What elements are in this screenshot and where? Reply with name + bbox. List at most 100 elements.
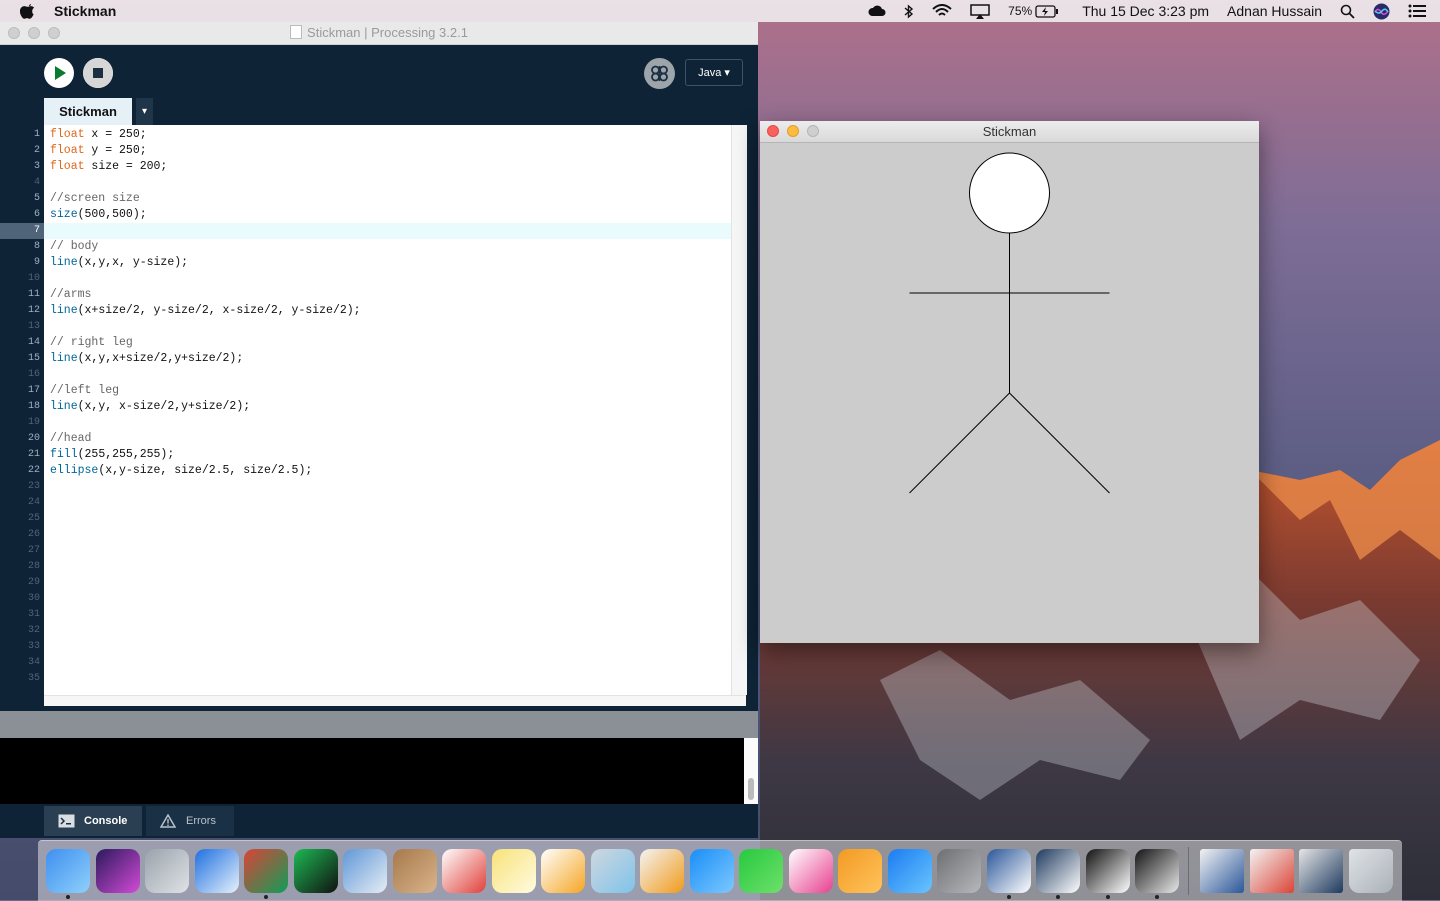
code-line[interactable]: 10 [0, 271, 746, 287]
code-line[interactable]: 26 [0, 527, 746, 543]
notification-center-icon[interactable] [1408, 4, 1426, 18]
active-app-name[interactable]: Stickman [54, 3, 116, 19]
photo-booth-icon[interactable] [590, 849, 635, 893]
facetime-icon[interactable] [739, 849, 783, 893]
app-store-icon[interactable] [887, 849, 932, 893]
code-line[interactable]: 13 [0, 319, 746, 335]
mode-selector[interactable]: Java ▾ [685, 59, 743, 86]
finder-icon[interactable] [46, 849, 90, 893]
word-document-thumbnail-icon[interactable] [1200, 849, 1244, 893]
tab-stickman[interactable]: Stickman [44, 98, 132, 125]
code-line[interactable]: 3 float size = 200; [0, 159, 746, 175]
remote-window-thumbnail-icon[interactable] [1299, 849, 1343, 893]
ide-title-bar[interactable]: Stickman | Processing 3.2.1 [0, 22, 758, 45]
code-line[interactable]: 7 [0, 223, 746, 239]
editor-vertical-scrollbar[interactable] [731, 125, 747, 695]
calendar-icon[interactable] [442, 849, 486, 893]
code-line[interactable]: 2 float y = 250; [0, 143, 746, 159]
code-line[interactable]: 18 line(x,y, x-size/2,y+size/2); [0, 399, 746, 415]
code-line[interactable]: 20 //head [0, 431, 746, 447]
system-preferences-icon[interactable] [937, 849, 981, 893]
chrome-window-thumbnail-icon[interactable] [1249, 849, 1294, 893]
contacts-icon[interactable] [392, 849, 437, 893]
code-line[interactable]: 5 //screen size [0, 191, 746, 207]
debugger-button[interactable] [644, 58, 675, 89]
code-line[interactable]: 4 [0, 175, 746, 191]
code-line[interactable]: 17 //left leg [0, 383, 746, 399]
code-line[interactable]: 8 // body [0, 239, 746, 255]
code-line[interactable]: 35 [0, 671, 746, 687]
apple-menu-icon[interactable] [20, 3, 36, 19]
code-line[interactable]: 12 line(x+size/2, y-size/2, x-size/2, y-s… [0, 303, 746, 319]
code-line[interactable]: 28 [0, 559, 746, 575]
wifi-icon[interactable] [932, 4, 952, 18]
code-line[interactable]: 6 size(500,500); [0, 207, 746, 223]
sketch-minimize-button[interactable] [787, 125, 799, 137]
code-line[interactable]: 33 [0, 639, 746, 655]
code-line[interactable]: 21 fill(255,255,255); [0, 447, 746, 463]
messages-icon[interactable] [689, 849, 734, 893]
code-line[interactable]: 27 [0, 543, 746, 559]
notes-icon[interactable] [491, 849, 536, 893]
code-line[interactable]: 29 [0, 575, 746, 591]
siri-icon[interactable] [95, 849, 140, 893]
code-line[interactable]: 25 [0, 511, 746, 527]
user-name[interactable]: Adnan Hussain [1227, 3, 1322, 19]
sketch-zoom-button[interactable] [807, 125, 819, 137]
remote-desktop-icon[interactable] [1036, 849, 1080, 893]
code-line[interactable]: 19 [0, 415, 746, 431]
chrome-icon[interactable] [244, 849, 288, 893]
code-editor[interactable]: 1 float x = 250; 2 float y = 250; 3 float siz… [0, 125, 747, 695]
clock[interactable]: Thu 15 Dec 3:23 pm [1082, 3, 1209, 19]
zoom-window-button[interactable] [48, 27, 60, 39]
code-text: // right leg [50, 335, 133, 351]
bluetooth-icon[interactable] [904, 3, 914, 19]
tab-console[interactable]: Console [44, 806, 142, 836]
code-line[interactable]: 34 [0, 655, 746, 671]
code-line[interactable]: 22 ellipse(x,y-size, size/2.5, size/2.5); [0, 463, 746, 479]
stop-button[interactable] [83, 58, 113, 88]
quicktime-icon[interactable] [1135, 849, 1179, 893]
launchpad-icon[interactable] [145, 849, 189, 893]
trash-icon[interactable] [1348, 849, 1393, 893]
tab-menu-button[interactable]: ▾ [136, 98, 153, 125]
code-line[interactable]: 24 [0, 495, 746, 511]
processing-icon[interactable] [1085, 849, 1130, 893]
editor-horizontal-scrollbar[interactable] [44, 695, 746, 706]
close-window-button[interactable] [8, 27, 20, 39]
console-output[interactable] [0, 738, 758, 804]
airplay-icon[interactable] [970, 3, 990, 19]
code-line[interactable]: 11 //arms [0, 287, 746, 303]
code-line[interactable]: 9 line(x,y,x, y-size); [0, 255, 746, 271]
code-line[interactable]: 32 [0, 623, 746, 639]
photos-icon[interactable] [640, 849, 684, 893]
spotlight-search-icon[interactable] [1340, 4, 1355, 19]
sketch-title-bar[interactable]: Stickman [760, 121, 1259, 143]
code-line[interactable]: 1 float x = 250; [0, 127, 746, 143]
console-scrollbar[interactable] [744, 738, 758, 804]
reminders-icon[interactable] [541, 849, 585, 893]
creative-cloud-icon[interactable] [868, 4, 886, 18]
code-line[interactable]: 16 [0, 367, 746, 383]
siri-icon[interactable] [1373, 3, 1390, 20]
word-icon[interactable] [986, 849, 1031, 893]
run-button[interactable] [44, 58, 74, 88]
code-text: line(x,y, x-size/2,y+size/2); [50, 399, 250, 415]
minimize-window-button[interactable] [28, 27, 40, 39]
code-line[interactable]: 31 [0, 607, 746, 623]
code-line[interactable]: 30 [0, 591, 746, 607]
itunes-icon[interactable] [788, 849, 833, 893]
safari-icon[interactable] [194, 849, 239, 893]
battery-charging-icon[interactable] [1035, 4, 1059, 18]
console-splitter[interactable] [0, 711, 758, 738]
tab-errors[interactable]: Errors [146, 806, 234, 836]
ibooks-icon[interactable] [838, 849, 882, 893]
preview-icon[interactable] [343, 849, 387, 893]
code-line[interactable]: 14 // right leg [0, 335, 746, 351]
code-line[interactable]: 23 [0, 479, 746, 495]
sketch-close-button[interactable] [767, 125, 779, 137]
console-scroll-thumb[interactable] [748, 778, 754, 800]
document-proxy-icon[interactable] [290, 25, 303, 39]
spotify-icon[interactable] [293, 849, 338, 893]
code-line[interactable]: 15 line(x,y,x+size/2,y+size/2); [0, 351, 746, 367]
